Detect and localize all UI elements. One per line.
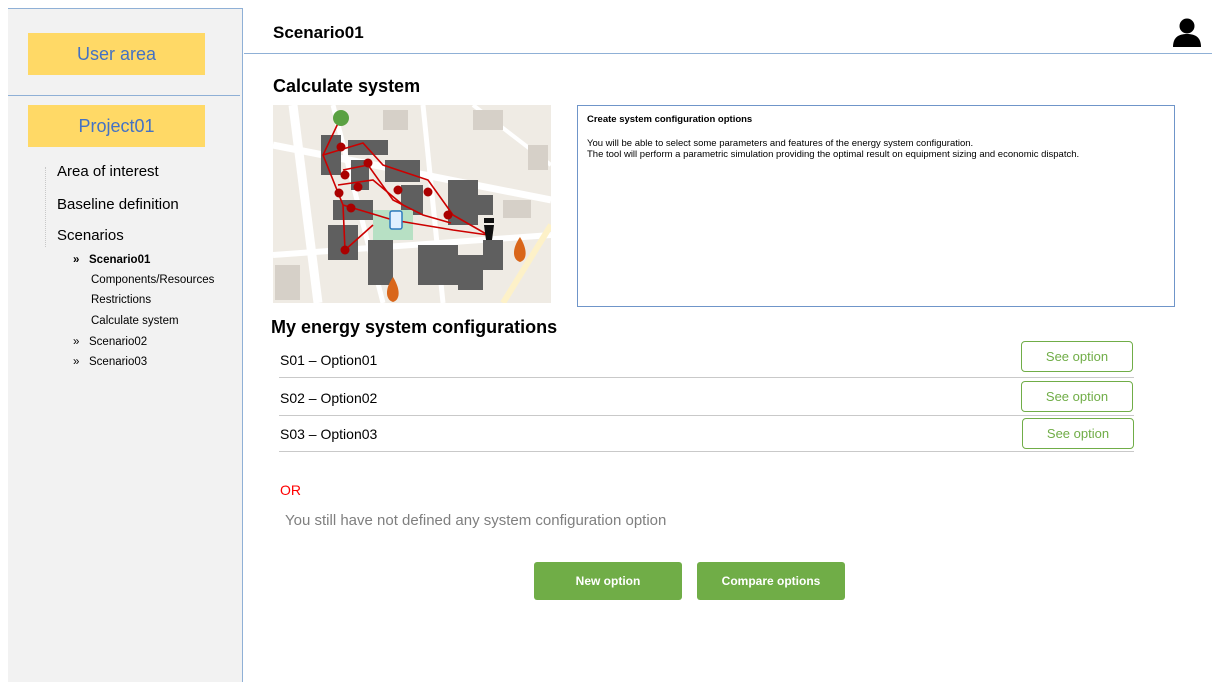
calculate-system-title: Calculate system [273, 76, 421, 96]
chevron-icon: » [73, 356, 80, 368]
page-title: Scenario01 [273, 23, 364, 42]
empty-state-message: You still have not defined any system co… [285, 512, 667, 529]
sidebar-item-scenarios[interactable]: Scenarios [57, 227, 124, 244]
new-option-button[interactable]: New option [534, 562, 682, 600]
chevron-icon: » [73, 336, 80, 348]
sidebar-divider [8, 95, 240, 96]
info-title: Create system configuration options [587, 114, 753, 125]
info-text: The tool will perform a parametric simul… [587, 149, 1080, 160]
user-icon[interactable] [1172, 17, 1202, 47]
option-row: S01 – Option01 [279, 340, 1134, 378]
sidebar-item-label: Scenario03 [89, 356, 148, 368]
sidebar-item-area-of-interest[interactable]: Area of interest [57, 163, 159, 180]
compare-options-button[interactable]: Compare options [697, 562, 845, 600]
project-button[interactable]: Project01 [28, 105, 205, 147]
phone-icon [389, 210, 403, 230]
district-map [273, 105, 551, 303]
sidebar-item-calculate-system[interactable]: Calculate system [91, 315, 179, 327]
see-option-button[interactable]: See option [1021, 381, 1133, 412]
sidebar-item-scenario02[interactable]: » Scenario02 [73, 336, 147, 348]
sidebar-item-scenario01[interactable]: » Scenario01 [73, 254, 150, 266]
option-row: S02 – Option02 [279, 378, 1134, 416]
option-label: S01 – Option01 [280, 352, 378, 368]
option-label: S03 – Option03 [280, 426, 378, 442]
info-text: You will be able to select some paramete… [587, 137, 974, 149]
see-option-button[interactable]: See option [1022, 418, 1134, 449]
option-row: S03 – Option03 [279, 414, 1134, 452]
see-option-button[interactable]: See option [1021, 341, 1133, 372]
sidebar-item-restrictions[interactable]: Restrictions [91, 294, 151, 306]
chevron-icon: » [73, 254, 80, 266]
sidebar-item-baseline-definition[interactable]: Baseline definition [57, 196, 179, 213]
configurations-title: My energy system configurations [271, 317, 558, 337]
info-panel: Create system configuration options You … [577, 105, 1175, 307]
sidebar-item-scenario03[interactable]: » Scenario03 [73, 356, 147, 368]
or-label: OR [280, 482, 301, 498]
sidebar-item-label: Scenario02 [89, 336, 148, 348]
tree-icon [333, 110, 349, 126]
tree-connector [45, 167, 46, 247]
header: Scenario01 [244, 8, 1212, 54]
sidebar-item-components-resources[interactable]: Components/Resources [91, 274, 214, 286]
user-area-button[interactable]: User area [28, 33, 205, 75]
sidebar-item-label: Scenario01 [89, 254, 151, 266]
option-label: S02 – Option02 [280, 390, 378, 406]
